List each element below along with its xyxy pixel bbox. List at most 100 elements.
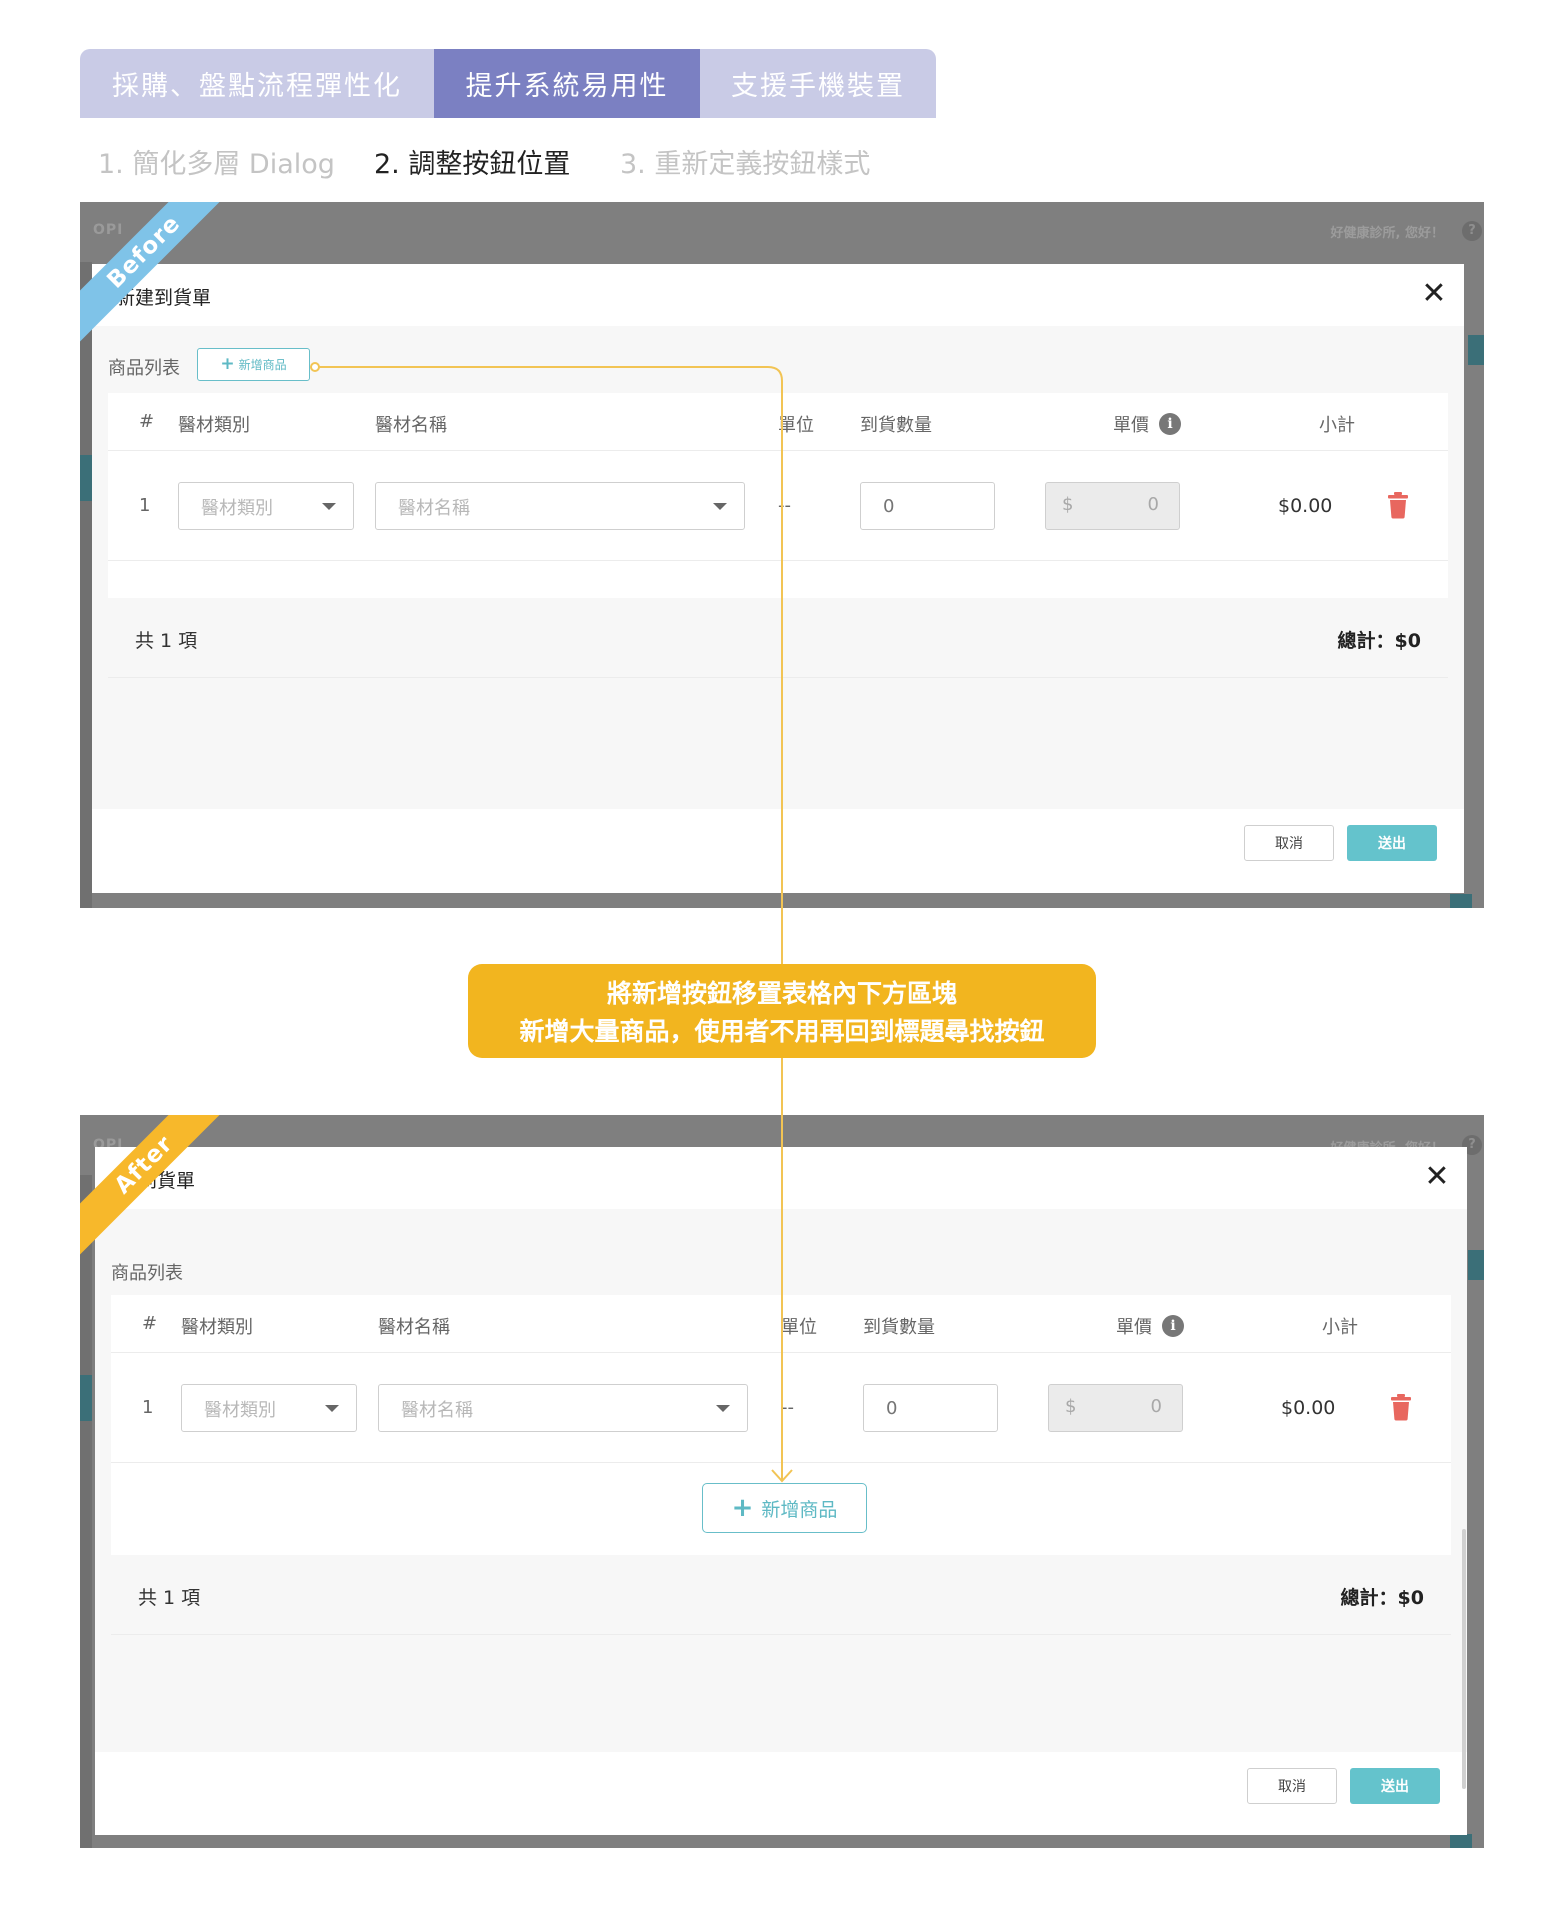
category-placeholder: 醫材類別: [204, 1400, 276, 1421]
background-sidebar: [80, 262, 92, 908]
col-price-label: 單價: [1116, 1317, 1152, 1338]
plus-icon: +: [731, 1493, 754, 1523]
background-pagination: [1450, 894, 1472, 908]
create-delivery-dialog: 建到貨單 ✕ 商品列表 # 醫材類別 醫材名稱 單位 到貨數量 單價 i 小計: [95, 1147, 1467, 1835]
cancel-button[interactable]: 取消: [1247, 1768, 1337, 1804]
col-subtotal: 小計: [1322, 1317, 1358, 1338]
product-table: # 醫材類別 醫材名稱 單位 到貨數量 單價 i 小計 1 醫材類別 醫材名稱 …: [111, 1295, 1451, 1555]
top-tab-bar: 採購、盤點流程彈性化 提升系統易用性 支援手機裝置: [80, 49, 936, 118]
app-greeting: 好健康診所, 您好！: [1330, 226, 1444, 241]
dialog-header: 建到貨單 ✕: [95, 1147, 1467, 1209]
plus-icon: +: [220, 354, 235, 374]
close-icon[interactable]: ✕: [1421, 1161, 1453, 1193]
unit-price-field: $ 0: [1048, 1384, 1183, 1432]
item-name-placeholder: 醫材名稱: [398, 498, 470, 519]
before-screenshot: OPI 好健康診所, 您好！ ? 新建到貨單 ✕ 商品列表 + 新增商品 # 醫…: [80, 202, 1484, 908]
background-sidebar-active-item: [80, 455, 92, 501]
after-screenshot: OPI 好健康診所, 您好！ ? 建到貨單 ✕ 商品列表 # 醫材類別 醫材名稱…: [80, 1115, 1484, 1848]
sub-step-nav: 1. 簡化多層 Dialog 2. 調整按鈕位置 3. 重新定義按鈕樣式: [0, 142, 1563, 182]
dialog-header: 新建到貨單 ✕: [92, 264, 1464, 326]
trash-icon[interactable]: [1387, 491, 1409, 519]
unit-value: --: [781, 1397, 794, 1418]
total-bar: 共 1 項 總計：$0: [111, 1555, 1451, 1635]
sub-step-button-position[interactable]: 2. 調整按鈕位置: [374, 142, 570, 181]
tab-procurement-flexibility[interactable]: 採購、盤點流程彈性化: [80, 49, 434, 118]
background-sidebar: [80, 1175, 92, 1848]
col-price-label: 單價: [1113, 415, 1149, 436]
dialog-body: 商品列表 + 新增商品 # 醫材類別 醫材名稱 單位 到貨數量 單價 i 小計: [92, 326, 1464, 809]
scrollbar[interactable]: [1462, 1529, 1466, 1789]
add-product-button[interactable]: + 新增商品: [702, 1483, 867, 1533]
col-price: 單價 i: [1113, 411, 1181, 437]
caret-down-icon: [322, 503, 336, 510]
callout-line-1: 將新增按鈕移置表格內下方區塊: [606, 979, 957, 1008]
trash-icon[interactable]: [1390, 1393, 1412, 1421]
dialog-body: 商品列表 # 醫材類別 醫材名稱 單位 到貨數量 單價 i 小計 1 醫材類別 …: [95, 1209, 1467, 1789]
quantity-input[interactable]: [860, 482, 995, 530]
quantity-input[interactable]: [863, 1384, 998, 1432]
info-icon[interactable]: i: [1159, 413, 1181, 435]
help-icon[interactable]: ?: [1462, 221, 1482, 241]
table-header: # 醫材類別 醫材名稱 單位 到貨數量 單價 i 小計: [108, 393, 1448, 451]
col-subtotal: 小計: [1319, 415, 1355, 436]
background-action-button: [1468, 1250, 1484, 1280]
submit-button[interactable]: 送出: [1350, 1768, 1440, 1804]
create-delivery-dialog: 新建到貨單 ✕ 商品列表 + 新增商品 # 醫材類別 醫材名稱 單位 到貨數量 …: [92, 264, 1464, 893]
col-quantity: 到貨數量: [863, 1317, 935, 1338]
tab-mobile-support[interactable]: 支援手機裝置: [700, 49, 936, 118]
col-category: 醫材類別: [178, 415, 250, 436]
col-category: 醫材類別: [181, 1317, 253, 1338]
cancel-button[interactable]: 取消: [1244, 825, 1334, 861]
col-index: #: [142, 1313, 158, 1334]
product-table: # 醫材類別 醫材名稱 單位 到貨數量 單價 i 小計 1 醫材類別 醫材名稱 …: [108, 393, 1448, 598]
caret-down-icon: [716, 1405, 730, 1412]
dialog-title: 建到貨單: [119, 1170, 196, 1192]
table-row: 1 醫材類別 醫材名稱 -- $ 0 $0.00: [108, 451, 1448, 561]
add-product-label: 新增商品: [761, 1498, 838, 1521]
item-name-select[interactable]: 醫材名稱: [375, 482, 745, 530]
tab-usability[interactable]: 提升系統易用性: [434, 49, 700, 118]
item-count: 共 1 項: [138, 1587, 201, 1609]
info-icon[interactable]: i: [1162, 1315, 1184, 1337]
dialog-footer: 取消 送出: [95, 1752, 1467, 1835]
category-select[interactable]: 醫材類別: [178, 482, 354, 530]
product-list-label: 商品列表: [108, 358, 180, 379]
col-quantity: 到貨數量: [860, 415, 932, 436]
sub-step-simplify-dialog[interactable]: 1. 簡化多層 Dialog: [98, 142, 335, 181]
dialog-title: 新建到貨單: [116, 287, 212, 309]
close-icon[interactable]: ✕: [1418, 278, 1450, 310]
total-bar: 共 1 項 總計：$0: [108, 598, 1448, 678]
caret-down-icon: [325, 1405, 339, 1412]
row-index: 1: [142, 1397, 154, 1418]
add-product-button[interactable]: + 新增商品: [197, 348, 310, 381]
col-name: 醫材名稱: [375, 415, 447, 436]
row-subtotal: $0.00: [1281, 1397, 1336, 1419]
category-select[interactable]: 醫材類別: [181, 1384, 357, 1432]
unit-price-field: $ 0: [1045, 482, 1180, 530]
sub-step-button-style[interactable]: 3. 重新定義按鈕樣式: [620, 142, 870, 181]
submit-button[interactable]: 送出: [1347, 825, 1437, 861]
background-action-button: [1468, 335, 1484, 365]
unit-price-value: 0: [1147, 494, 1159, 515]
item-name-placeholder: 醫材名稱: [401, 1400, 473, 1421]
col-unit: 單位: [778, 415, 814, 436]
currency-symbol: $: [1062, 494, 1074, 515]
grand-total: 總計：$0: [1340, 1587, 1424, 1609]
table-row: 1 醫材類別 醫材名稱 -- $ 0 $0.00: [111, 1353, 1451, 1463]
row-index: 1: [139, 495, 151, 516]
col-unit: 單位: [781, 1317, 817, 1338]
item-count: 共 1 項: [135, 630, 198, 652]
caret-down-icon: [713, 503, 727, 510]
background-pagination: [1450, 1834, 1472, 1848]
annotation-callout: 將新增按鈕移置表格內下方區塊 新增大量商品，使用者不用再回到標題尋找按鈕: [468, 964, 1096, 1058]
background-sidebar-active-item: [80, 1375, 92, 1421]
category-placeholder: 醫材類別: [201, 498, 273, 519]
unit-value: --: [778, 495, 791, 516]
grand-total: 總計：$0: [1337, 630, 1421, 652]
currency-symbol: $: [1065, 1396, 1077, 1417]
unit-price-value: 0: [1150, 1396, 1162, 1417]
callout-line-2: 新增大量商品，使用者不用再回到標題尋找按鈕: [519, 1017, 1045, 1046]
item-name-select[interactable]: 醫材名稱: [378, 1384, 748, 1432]
add-product-label: 新增商品: [238, 358, 287, 372]
table-header: # 醫材類別 醫材名稱 單位 到貨數量 單價 i 小計: [111, 1295, 1451, 1353]
